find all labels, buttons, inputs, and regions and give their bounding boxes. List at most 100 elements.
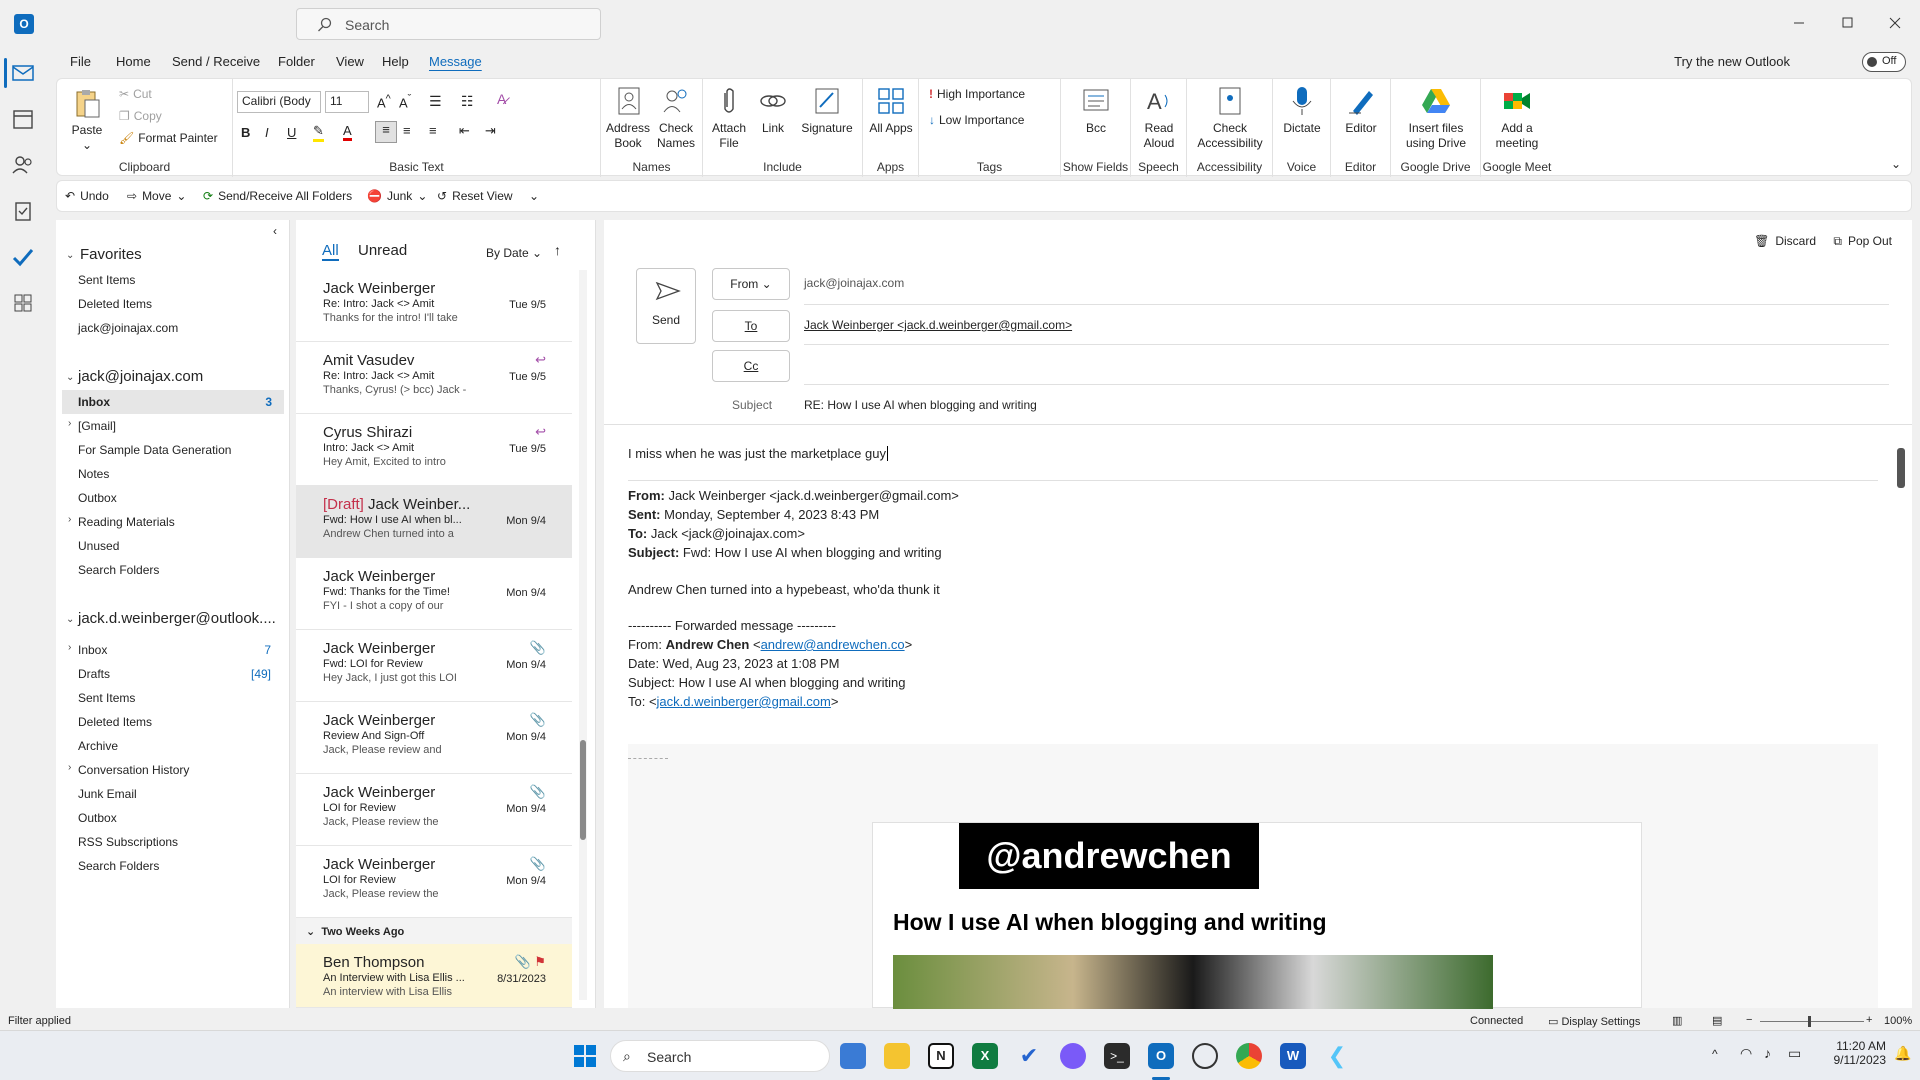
align-right-icon[interactable]: ≡ [429, 123, 437, 138]
windows-start-icon[interactable] [572, 1043, 598, 1069]
fav-deleted-items[interactable]: Deleted Items [78, 292, 283, 316]
folder-inbox-selected[interactable]: Inbox 3 [62, 390, 284, 414]
folder-outbox[interactable]: Outbox [78, 486, 283, 510]
folder-search-folders[interactable]: Search Folders [78, 558, 283, 582]
dictate-button[interactable]: Dictate [1279, 85, 1325, 136]
from-button[interactable]: From ⌄ [712, 268, 790, 300]
group-header-two-weeks[interactable]: ⌄ Two Weeks Ago [296, 918, 572, 944]
jack-email-link[interactable]: jack.d.weinberger@gmail.com [657, 694, 831, 709]
tab-all[interactable]: All [322, 242, 339, 261]
chrome-icon[interactable] [1236, 1043, 1262, 1069]
link-button[interactable]: Link [753, 85, 793, 136]
bullets-icon[interactable]: ☰ [429, 93, 442, 110]
zoom-out-icon[interactable]: − [1746, 1014, 1752, 1026]
font-color-icon[interactable]: A [343, 123, 352, 141]
tasks-icon[interactable] [10, 198, 36, 224]
list-item[interactable]: Jack Weinberger 📎 Review And Sign-Off Ja… [296, 702, 572, 774]
undo-button[interactable]: ↶ Undo [65, 189, 109, 203]
menu-help[interactable]: Help [382, 54, 409, 69]
menu-send-receive[interactable]: Send / Receive [172, 54, 260, 69]
attach-file-button[interactable]: Attach File [707, 85, 751, 151]
collapse-pane-icon[interactable]: ‹ [273, 224, 277, 238]
bold-icon[interactable]: B [241, 125, 250, 140]
cut-button[interactable]: ✂ Cut [119, 87, 152, 101]
reset-view-button[interactable]: ↺ Reset View [437, 189, 513, 203]
folder-search-folders-2[interactable]: Search Folders [78, 854, 283, 878]
battery-icon[interactable]: ▭ [1788, 1045, 1801, 1062]
move-button[interactable]: ⇨ Move ⌄ [127, 189, 186, 203]
zoom-in-icon[interactable]: + [1866, 1014, 1872, 1026]
zoom-slider[interactable] [1760, 1016, 1864, 1027]
fav-account[interactable]: jack@joinajax.com [78, 316, 283, 340]
folder-sample-data[interactable]: For Sample Data Generation [78, 438, 283, 462]
list-item[interactable]: Cyrus Shirazi ↩ Intro: Jack <> Amit Hey … [296, 414, 572, 486]
send-receive-all-button[interactable]: ⟳ Send/Receive All Folders [203, 189, 352, 203]
to-button[interactable]: To [712, 310, 790, 342]
taskbar-search[interactable]: ⌕ Search [610, 1040, 830, 1072]
chevron-right-icon[interactable]: › [68, 762, 71, 773]
chevron-down-icon[interactable]: ⌄ [66, 372, 74, 383]
people-icon[interactable] [10, 152, 36, 178]
new-outlook-toggle[interactable]: Off [1862, 52, 1906, 72]
account-header-outlook[interactable]: jack.d.weinberger@outlook.... [78, 610, 276, 627]
high-importance-button[interactable]: ! High Importance [929, 87, 1025, 101]
junk-button[interactable]: ⛔ Junk ⌄ [367, 189, 427, 203]
subject-field[interactable]: RE: How I use AI when blogging and writi… [804, 398, 1037, 412]
underline-icon[interactable]: U [287, 125, 296, 140]
format-painter-button[interactable]: 🖌 Format Painter [119, 131, 218, 145]
signature-button[interactable]: Signature [797, 85, 857, 136]
compose-scrollbar-thumb[interactable] [1897, 448, 1905, 488]
chevron-right-icon[interactable]: › [68, 514, 71, 525]
reading-view-icon[interactable]: ▤ [1712, 1014, 1722, 1027]
list-item[interactable]: Jack Weinberger Fwd: Thanks for the Time… [296, 558, 572, 630]
list-item[interactable]: Jack Weinberger 📎 LOI for Review Jack, P… [296, 774, 572, 846]
wifi-icon[interactable]: ◠ [1740, 1045, 1752, 1062]
body-reply-text[interactable]: I miss when he was just the marketplace … [628, 444, 888, 463]
align-center-icon[interactable]: ≡ [403, 123, 411, 138]
folder-notes[interactable]: Notes [78, 462, 283, 486]
folder-gmail[interactable]: [Gmail] [78, 414, 283, 438]
address-book-button[interactable]: Address Book [605, 85, 651, 151]
normal-view-icon[interactable]: ▥ [1672, 1014, 1682, 1027]
chevron-down-icon[interactable]: ⌄ [66, 614, 74, 625]
highlight-icon[interactable]: ✎ [313, 123, 324, 142]
bcc-button[interactable]: Bcc [1073, 85, 1119, 136]
show-hidden-icons[interactable]: ^ [1712, 1047, 1718, 1061]
menu-folder[interactable]: Folder [278, 54, 315, 69]
list-item-selected[interactable]: [Draft] Jack Weinber... Fwd: How I use A… [296, 486, 572, 558]
todo-app-icon[interactable]: ✔ [1016, 1043, 1042, 1069]
menu-view[interactable]: View [336, 54, 364, 69]
all-apps-button[interactable]: All Apps [869, 85, 913, 136]
grow-font-icon[interactable]: A^ [377, 93, 391, 110]
more-apps-icon[interactable] [10, 290, 36, 316]
cc-button[interactable]: Cc [712, 350, 790, 382]
list-scrollbar-thumb[interactable] [580, 740, 586, 840]
italic-icon[interactable]: I [265, 125, 269, 140]
folder-conversation-history[interactable]: Conversation History [78, 758, 283, 782]
menu-message[interactable]: Message [429, 54, 482, 69]
minimize-button[interactable] [1784, 10, 1814, 36]
decrease-indent-icon[interactable]: ⇤ [459, 123, 470, 139]
low-importance-button[interactable]: ↓ Low Importance [929, 113, 1024, 127]
display-settings-button[interactable]: ▭ Display Settings [1548, 1015, 1640, 1028]
volume-icon[interactable]: ♪ [1764, 1045, 1771, 1061]
tab-unread[interactable]: Unread [358, 242, 407, 259]
favorites-header[interactable]: Favorites [80, 246, 142, 263]
to-recipient[interactable]: Jack Weinberger <jack.d.weinberger@gmail… [804, 318, 1072, 332]
mail-icon[interactable] [10, 60, 36, 86]
list-item[interactable]: Jack Weinberger Re: Intro: Jack <> Amit … [296, 270, 572, 342]
folder-unused[interactable]: Unused [78, 534, 283, 558]
copy-button[interactable]: ❐ Copy [119, 109, 162, 123]
file-explorer-icon[interactable] [884, 1043, 910, 1069]
list-item[interactable]: Ben Thompson 📎 ⚑ An Interview with Lisa … [296, 944, 572, 1008]
font-name-select[interactable]: Calibri (Body [237, 91, 321, 113]
folder-sent-items[interactable]: Sent Items [78, 686, 283, 710]
folder-rss[interactable]: RSS Subscriptions [78, 830, 283, 854]
andrew-email-link[interactable]: andrew@andrewchen.co [761, 637, 905, 652]
account-header-joinajax[interactable]: jack@joinajax.com [78, 368, 203, 385]
collapse-ribbon-icon[interactable]: ⌄ [1891, 157, 1901, 171]
compose-scrollbar[interactable] [1896, 430, 1906, 1002]
add-meeting-button[interactable]: Add a meeting [1487, 85, 1547, 151]
menu-file[interactable]: File [70, 54, 91, 69]
todo-icon[interactable] [10, 244, 36, 270]
